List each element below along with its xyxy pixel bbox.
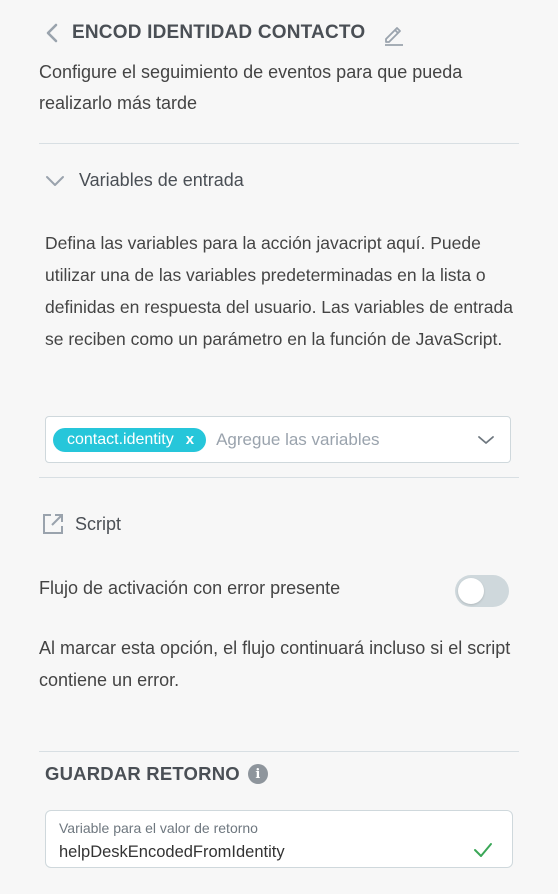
variable-chip-label: contact.identity	[67, 430, 174, 448]
error-flow-label: Flujo de activación con error presente	[39, 578, 341, 598]
variable-chip: contact.identity x	[53, 427, 207, 452]
chevron-down-icon	[46, 175, 64, 186]
page-title: ENCOD IDENTIDAD CONTACTO	[72, 22, 366, 43]
input-variables-toggle[interactable]: Variables de entrada	[45, 170, 244, 191]
edit-pencil-icon[interactable]	[383, 22, 405, 46]
info-icon[interactable]: i	[247, 764, 268, 784]
return-section-title: GUARDAR RETORNO	[45, 763, 240, 784]
header: ENCOD IDENTIDAD CONTACTO	[40, 18, 405, 48]
script-label: Script	[75, 513, 122, 534]
input-variables-label: Variables de entrada	[79, 170, 244, 190]
error-flow-toggle[interactable]	[455, 575, 509, 607]
return-variable-field[interactable]: Variable para el valor de retorno helpDe…	[45, 810, 513, 868]
divider	[39, 751, 519, 752]
chip-remove-button[interactable]: x	[186, 431, 194, 448]
select-chevron-down-icon[interactable]	[474, 428, 498, 452]
external-link-icon	[43, 514, 63, 534]
variables-select[interactable]: contact.identity x Agregue las variables	[45, 416, 511, 463]
return-variable-label: Variable para el valor de retorno	[59, 820, 258, 836]
variables-input[interactable]: Agregue las variables	[216, 430, 474, 450]
return-section-header: GUARDAR RETORNO i	[45, 763, 268, 785]
page-subtitle: Configure el seguimiento de eventos para…	[39, 62, 463, 113]
return-variable-value[interactable]: helpDeskEncodedFromIdentity	[59, 843, 285, 862]
error-flow-note: Al marcar esta opción, el flujo continua…	[39, 638, 511, 690]
back-chevron-icon[interactable]	[40, 19, 64, 47]
check-icon	[472, 841, 494, 859]
divider	[39, 143, 519, 144]
toggle-knob	[458, 578, 484, 604]
input-variables-description: Defina las variables para la acción java…	[45, 233, 513, 349]
divider	[39, 477, 519, 478]
script-link[interactable]: Script	[41, 512, 121, 536]
